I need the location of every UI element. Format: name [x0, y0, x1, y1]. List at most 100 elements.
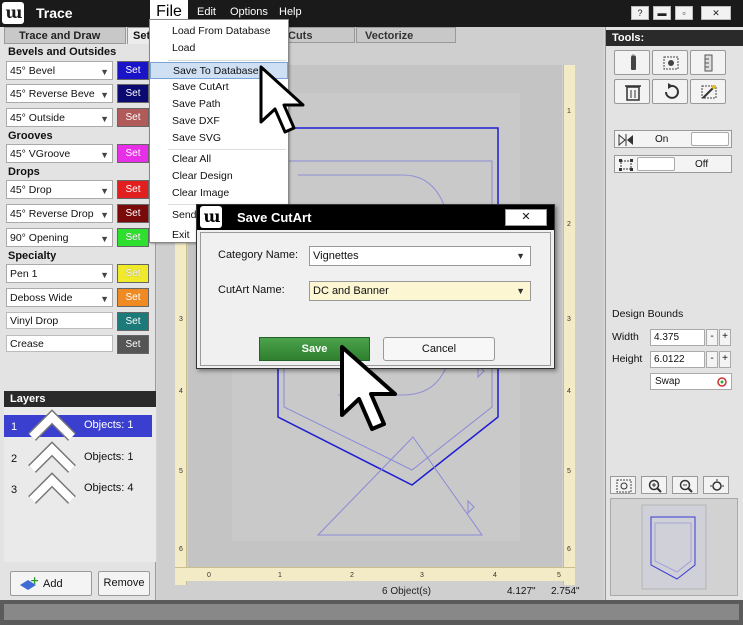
- swap-icon: [717, 377, 727, 387]
- chevron-down-icon: ▼: [100, 67, 109, 77]
- zoom-in-button[interactable]: [641, 476, 667, 494]
- vgroove-select[interactable]: 45° VGroove ▼: [6, 144, 113, 163]
- set-button-drop[interactable]: Set: [117, 180, 149, 199]
- layer-row[interactable]: 2 Objects: 1: [4, 441, 152, 473]
- deboss-select[interactable]: Deboss Wide ▼: [6, 288, 113, 307]
- opening-select[interactable]: 90° Opening ▼: [6, 228, 113, 247]
- tab-vectorize[interactable]: Vectorize: [356, 27, 456, 43]
- set-button-bevel[interactable]: Set: [117, 61, 149, 80]
- menu-item-load-from-database[interactable]: Load From Database: [150, 23, 288, 40]
- chevron-down-icon: ▼: [100, 270, 109, 280]
- height-increment-button[interactable]: +: [719, 351, 731, 368]
- set-button-reverse-drop[interactable]: Set: [117, 204, 149, 223]
- set-button-opening[interactable]: Set: [117, 228, 149, 247]
- remove-layer-button[interactable]: Remove: [98, 571, 150, 596]
- menu-item-clear-design[interactable]: Clear Design: [150, 168, 288, 185]
- height-input[interactable]: 6.0122: [650, 351, 705, 368]
- height-decrement-button[interactable]: -: [706, 351, 718, 368]
- minimize-icon[interactable]: ▬: [653, 6, 671, 20]
- menu-edit[interactable]: Edit: [197, 6, 216, 18]
- bevel-select[interactable]: 45° Bevel ▼: [6, 61, 113, 80]
- ruler-tick-label: 1: [278, 572, 282, 579]
- snap-toggle-state: Off: [695, 159, 709, 170]
- ruler-tick-label: 5: [567, 468, 571, 475]
- dialog-title-bar: ɯ Save CutArt ✕: [197, 205, 554, 230]
- magic-select-tool-button[interactable]: [690, 79, 726, 104]
- width-decrement-button[interactable]: -: [706, 329, 718, 346]
- ruler-tool-button[interactable]: [690, 50, 726, 75]
- set-button-outside[interactable]: Set: [117, 108, 149, 127]
- menu-help[interactable]: Help: [279, 6, 302, 18]
- cutart-name-value: DC and Banner: [313, 285, 389, 297]
- set-button-pen[interactable]: Set: [117, 264, 149, 283]
- ruler-tick-label: 4: [493, 572, 497, 579]
- undo-tool-button[interactable]: [652, 79, 688, 104]
- maximize-icon[interactable]: ▫: [675, 6, 693, 20]
- layer-row[interactable]: 1 Objects: 1: [4, 409, 152, 441]
- menu-item-clear-all[interactable]: Clear All: [150, 151, 288, 168]
- cutart-name-input[interactable]: DC and Banner ▼: [309, 281, 531, 301]
- add-layer-button[interactable]: + Add: [10, 571, 92, 596]
- layer-object-count: Objects: 1: [84, 419, 134, 431]
- menu-separator: [168, 60, 286, 61]
- tools-header: Tools:: [606, 30, 743, 46]
- preview-thumbnail: [641, 504, 707, 590]
- menu-options[interactable]: Options: [230, 6, 268, 18]
- deboss-value: Deboss Wide: [10, 292, 73, 304]
- vinyl-drop-field[interactable]: Vinyl Drop: [6, 312, 113, 329]
- ruler-bottom: 0 1 2 3 4 5: [175, 567, 575, 581]
- swap-label: Swap: [655, 376, 681, 387]
- zoom-selection-button[interactable]: [703, 476, 729, 494]
- zoom-in-icon: [648, 479, 662, 493]
- chevron-down-icon: ▼: [100, 150, 109, 160]
- ruler-tick-label: 4: [179, 388, 183, 395]
- chevron-down-icon: ▼: [516, 251, 525, 261]
- zoom-out-button[interactable]: [672, 476, 698, 494]
- design-preview[interactable]: [610, 498, 738, 596]
- mirror-icon: [618, 133, 633, 147]
- set-button-crease[interactable]: Set: [117, 335, 149, 354]
- help-icon[interactable]: ?: [631, 6, 649, 20]
- outside-select[interactable]: 45° Outside ▼: [6, 108, 113, 127]
- reverse-drop-select[interactable]: 45° Reverse Drop ▼: [6, 204, 113, 223]
- set-button-vgroove[interactable]: Set: [117, 144, 149, 163]
- menu-item-load[interactable]: Load: [150, 40, 288, 57]
- chevron-down-icon: ▼: [100, 294, 109, 304]
- category-name-select[interactable]: Vignettes ▼: [309, 246, 531, 266]
- category-name-value: Vignettes: [313, 250, 359, 262]
- set-button-reverse-bevel[interactable]: Set: [117, 84, 149, 103]
- dialog-close-icon[interactable]: ✕: [505, 209, 547, 226]
- delete-tool-button[interactable]: [614, 79, 650, 104]
- swap-button[interactable]: Swap: [650, 373, 732, 390]
- drop-select[interactable]: 45° Drop ▼: [6, 180, 113, 199]
- bottom-bar: [0, 600, 743, 625]
- close-icon[interactable]: ✕: [701, 6, 731, 20]
- chevron-down-icon: ▼: [100, 210, 109, 220]
- reverse-drop-value: 45° Reverse Drop: [10, 208, 94, 220]
- select-nodes-tool-button[interactable]: [652, 50, 688, 75]
- ruler-tick-label: 0: [207, 572, 211, 579]
- layer-number: 2: [11, 453, 18, 465]
- zoom-selection-icon: [710, 479, 724, 491]
- tab-trace-and-draw[interactable]: Trace and Draw: [4, 27, 126, 44]
- width-input[interactable]: 4.375: [650, 329, 705, 346]
- knife-tool-button[interactable]: [614, 50, 650, 75]
- crease-field[interactable]: Crease: [6, 335, 113, 352]
- layer-row[interactable]: 3 Objects: 4: [4, 472, 152, 504]
- section-drops: Drops: [8, 166, 40, 178]
- app-logo-icon: ɯ: [2, 2, 24, 24]
- layer-object-count: Objects: 1: [84, 451, 134, 463]
- pointer-cursor-icon: [259, 65, 305, 134]
- set-button-deboss[interactable]: Set: [117, 288, 149, 307]
- reverse-bevel-select[interactable]: 45° Reverse Beve ▼: [6, 84, 113, 103]
- zoom-fit-button[interactable]: [610, 476, 636, 494]
- set-button-vinyl-drop[interactable]: Set: [117, 312, 149, 331]
- menu-item-clear-image[interactable]: Clear Image: [150, 185, 288, 202]
- snap-toggle[interactable]: Off: [614, 155, 732, 173]
- width-increment-button[interactable]: +: [719, 329, 731, 346]
- horizontal-scrollbar[interactable]: [4, 604, 739, 620]
- mirror-toggle[interactable]: On: [614, 130, 732, 148]
- pen-select[interactable]: Pen 1 ▼: [6, 264, 113, 283]
- ruler-tick-label: 2: [350, 572, 354, 579]
- section-bevels: Bevels and Outsides: [8, 46, 117, 58]
